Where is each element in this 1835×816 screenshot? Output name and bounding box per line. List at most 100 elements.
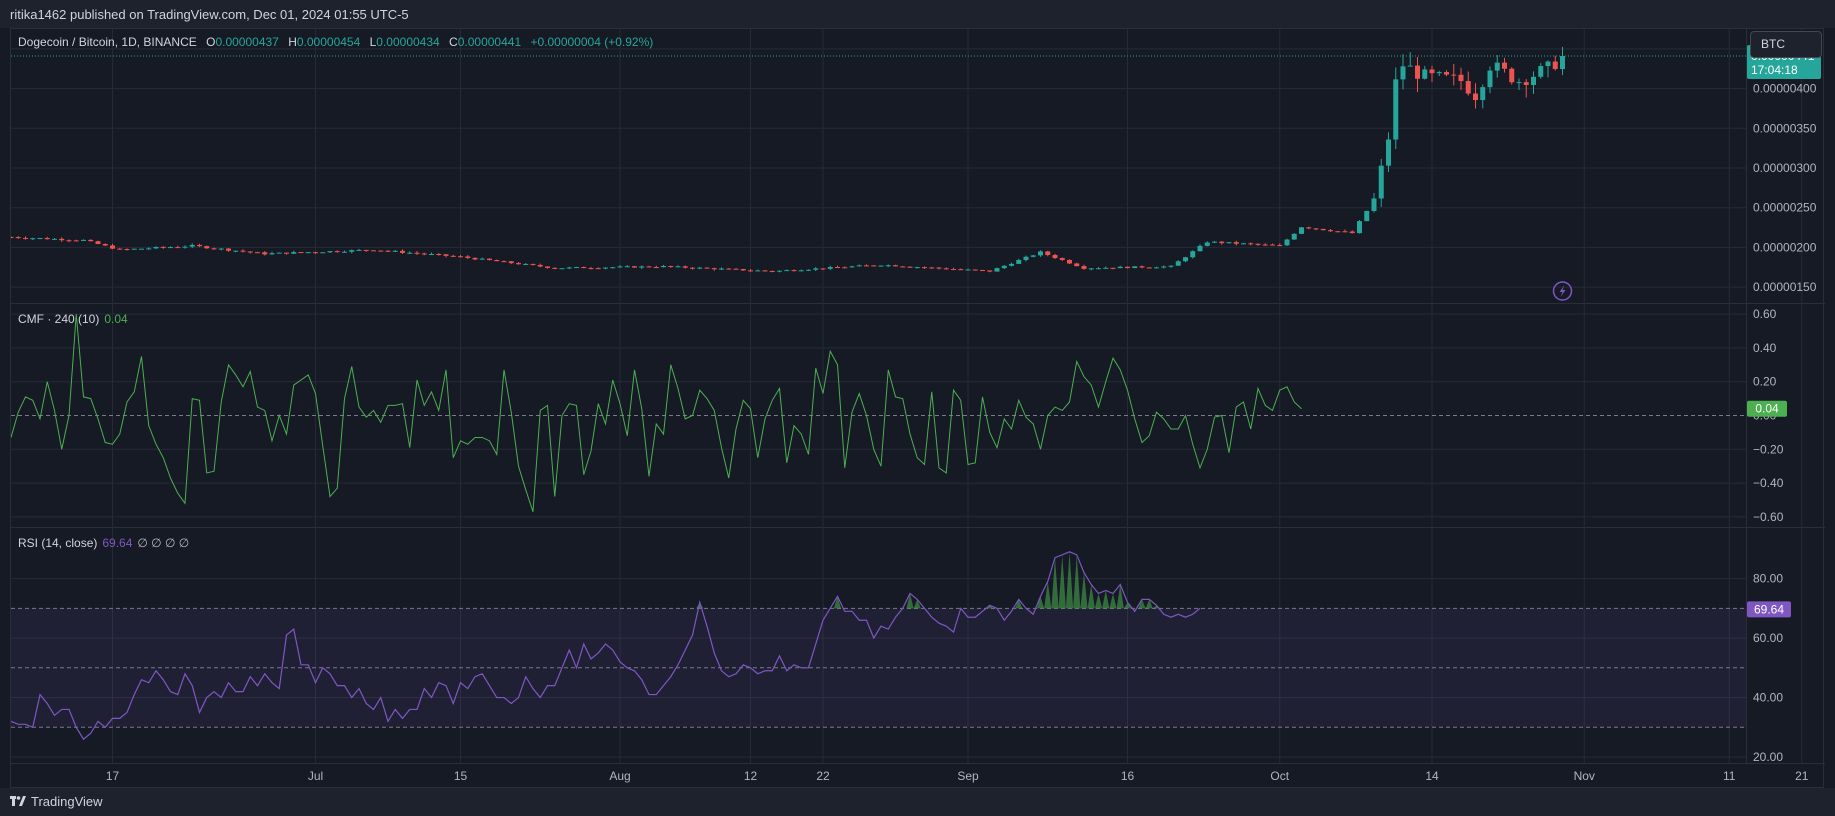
candle-body bbox=[980, 270, 985, 272]
candle-body bbox=[1415, 65, 1420, 79]
candle-body bbox=[1328, 230, 1333, 232]
candle-body bbox=[943, 268, 949, 270]
candle-body bbox=[1509, 68, 1515, 83]
candle-body bbox=[632, 266, 637, 268]
chart-frame[interactable]: 17Jul15Aug1222Sep16Oct14Nov1121Dec160.00… bbox=[10, 28, 1825, 789]
price-tick-label: 0.00000350 bbox=[1753, 121, 1817, 135]
candle-body bbox=[436, 254, 442, 256]
tradingview-logo-icon bbox=[10, 795, 26, 809]
candle-body bbox=[1487, 70, 1493, 88]
rsi-tick-label: 60.00 bbox=[1753, 631, 1783, 645]
candle-body bbox=[11, 237, 14, 239]
candle-body bbox=[334, 251, 340, 253]
chart-canvas[interactable]: 17Jul15Aug1222Sep16Oct14Nov1121Dec160.00… bbox=[11, 29, 1825, 789]
candle-body bbox=[1154, 267, 1159, 269]
rsi-legend[interactable]: RSI (14, close) 69.64 ∅ ∅ ∅ ∅ bbox=[18, 536, 189, 550]
candle-body bbox=[240, 250, 246, 252]
candle-body bbox=[813, 268, 819, 270]
price-tick-label: 0.00000200 bbox=[1753, 240, 1817, 254]
candle-body bbox=[15, 237, 21, 239]
candle-body bbox=[1146, 267, 1152, 269]
candle-body bbox=[1212, 241, 1217, 243]
footer-bar bbox=[0, 788, 1835, 816]
candle-body bbox=[1407, 65, 1413, 67]
candle-body bbox=[88, 239, 94, 242]
candle-body bbox=[1009, 263, 1014, 266]
candle-body bbox=[690, 267, 695, 269]
candle-body bbox=[595, 268, 601, 270]
candle-body bbox=[849, 266, 855, 268]
rsi-badge-value: 69.64 bbox=[1754, 602, 1784, 616]
candle-body bbox=[110, 245, 115, 249]
symbol-name[interactable]: Dogecoin / Bitcoin, 1D, BINANCE bbox=[18, 35, 197, 49]
candle-body bbox=[226, 248, 231, 251]
candle-body bbox=[153, 246, 159, 249]
candle-body bbox=[458, 256, 463, 258]
candle-body bbox=[1502, 62, 1507, 69]
candle-body bbox=[972, 269, 978, 271]
candle-body bbox=[1436, 72, 1442, 74]
candle-body bbox=[30, 238, 36, 240]
candle-body bbox=[342, 251, 347, 253]
candle-body bbox=[356, 249, 362, 251]
candle-body bbox=[856, 265, 862, 267]
candle-body bbox=[124, 249, 130, 251]
candle-body bbox=[320, 252, 326, 254]
candle-body bbox=[1226, 242, 1232, 244]
candle-body bbox=[371, 250, 376, 252]
candle-body bbox=[168, 247, 173, 249]
x-tick-label: Aug bbox=[609, 769, 630, 783]
candle-body bbox=[1248, 243, 1254, 245]
publish-header: ritika1462 published on TradingView.com,… bbox=[0, 0, 1835, 28]
candle-body bbox=[1241, 243, 1246, 245]
candle-body bbox=[1059, 258, 1065, 260]
candle-body bbox=[1052, 254, 1058, 259]
candle-body bbox=[552, 267, 558, 269]
candle-body bbox=[682, 266, 688, 268]
candle-body bbox=[639, 266, 645, 268]
candle-body bbox=[1255, 243, 1261, 245]
candle-body bbox=[994, 268, 1000, 272]
candle-body bbox=[885, 265, 891, 267]
close-value: 0.00000441 bbox=[457, 35, 522, 49]
change-value: +0.00000004 (+0.92%) bbox=[530, 35, 654, 49]
candle-body bbox=[777, 270, 782, 272]
candle-body bbox=[936, 267, 942, 269]
candle-body bbox=[791, 270, 797, 272]
candle-body bbox=[704, 267, 710, 269]
cmf-line bbox=[11, 314, 1302, 512]
candle-body bbox=[755, 270, 761, 272]
tradingview-logo-text: TradingView bbox=[31, 794, 103, 809]
candle-body bbox=[479, 258, 485, 260]
candle-body bbox=[711, 268, 717, 270]
candle-body bbox=[951, 269, 956, 271]
candle-body bbox=[1393, 79, 1399, 140]
candle-body bbox=[429, 254, 434, 256]
candle-body bbox=[501, 261, 507, 263]
candle-body bbox=[1560, 56, 1565, 70]
candle-body bbox=[719, 268, 724, 270]
rsi-extra-values: ∅ ∅ ∅ ∅ bbox=[137, 536, 190, 550]
x-tick-label: 15 bbox=[454, 769, 468, 783]
candle-body bbox=[400, 250, 405, 253]
candle-body bbox=[1320, 228, 1326, 231]
x-tick-label: Oct bbox=[1270, 769, 1289, 783]
currency-button[interactable]: BTC bbox=[1750, 31, 1822, 58]
candle-body bbox=[73, 240, 79, 242]
candle-body bbox=[276, 252, 282, 254]
candle-body bbox=[1038, 251, 1043, 256]
cmf-legend[interactable]: CMF · 240 (10) 0.04 bbox=[18, 312, 128, 326]
candle-body bbox=[559, 268, 565, 270]
cmf-tick-label: 0.60 bbox=[1753, 307, 1777, 321]
candle-body bbox=[1465, 81, 1471, 94]
candle-body bbox=[182, 246, 188, 248]
candle-body bbox=[545, 266, 550, 268]
price-badge-countdown: 17:04:18 bbox=[1751, 63, 1798, 77]
candle-body bbox=[581, 267, 587, 269]
candle-body bbox=[44, 238, 50, 240]
candle-body bbox=[842, 267, 848, 269]
x-tick-label: 22 bbox=[816, 769, 830, 783]
cmf-label: CMF · 240 (10) bbox=[18, 312, 100, 326]
tradingview-logo[interactable]: TradingView bbox=[10, 794, 103, 809]
open-value: 0.00000437 bbox=[215, 35, 279, 49]
